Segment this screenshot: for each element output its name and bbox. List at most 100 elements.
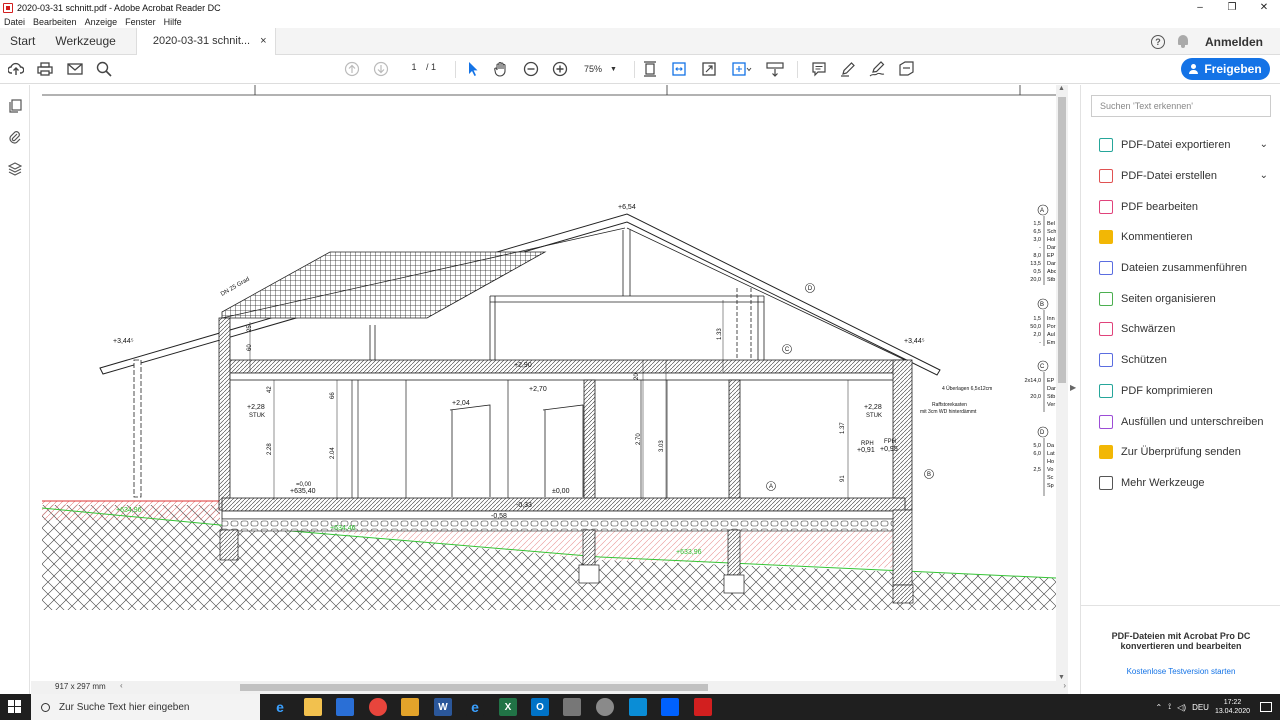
legend-thickness: 0,5: [1033, 269, 1041, 275]
tool-item[interactable]: Kommentieren: [1081, 222, 1280, 253]
comment-icon[interactable]: [810, 61, 828, 77]
email-icon[interactable]: [66, 61, 84, 77]
page-number-input[interactable]: 1: [403, 62, 425, 76]
add-user-icon: [1189, 64, 1199, 74]
menu-help[interactable]: Hilfe: [164, 17, 182, 27]
tool-item[interactable]: Seiten organisieren: [1081, 283, 1280, 314]
hand-tool-icon[interactable]: [492, 61, 510, 77]
store-icon[interactable]: [336, 698, 354, 716]
zoom-out-icon[interactable]: [522, 61, 540, 77]
tray-chevron-icon[interactable]: ⌃: [1156, 703, 1163, 712]
scroll-up-icon[interactable]: ▲: [1058, 85, 1065, 92]
legend-thickness: 20,0: [1030, 394, 1041, 400]
file-explorer-icon[interactable]: [304, 698, 322, 716]
search-icon[interactable]: [95, 61, 113, 77]
attachment-icon[interactable]: [8, 130, 22, 144]
taskbar-clock[interactable]: 17:22 13.04.2020: [1215, 698, 1250, 716]
page-size-label: 917 x 297 mm: [55, 682, 106, 691]
scroll-mode-icon[interactable]: [766, 61, 784, 77]
tab-home[interactable]: Start: [0, 28, 45, 55]
vertical-scroll-thumb[interactable]: [1058, 97, 1066, 383]
volume-icon[interactable]: ◁): [1177, 703, 1186, 712]
scanner-icon[interactable]: [563, 698, 581, 716]
print-icon[interactable]: [36, 61, 54, 77]
edge-icon[interactable]: e: [271, 698, 289, 716]
signin-button[interactable]: Anmelden: [1205, 35, 1263, 49]
minimize-button[interactable]: –: [1184, 0, 1216, 15]
horizontal-scrollbar[interactable]: 917 x 297 mm ‹ ›: [31, 681, 1068, 694]
select-cursor-icon[interactable]: [464, 61, 482, 77]
tool-item[interactable]: Schützen: [1081, 345, 1280, 376]
fit-page-icon[interactable]: [641, 61, 659, 77]
search-icon: [41, 702, 50, 712]
dim-204: 2.04: [330, 447, 336, 459]
menu-file[interactable]: Datei: [4, 17, 25, 27]
layers-icon[interactable]: [7, 162, 23, 176]
free-trial-link[interactable]: Kostenlose Testversion starten: [1081, 667, 1280, 676]
legend-thickness: 1,5: [1033, 316, 1041, 322]
tab-tools[interactable]: Werkzeuge: [45, 28, 125, 55]
chevron-down-icon[interactable]: ⌄: [1260, 139, 1268, 150]
tool-item[interactable]: Zur Überprüfung senden: [1081, 437, 1280, 468]
legend-a-marker: A: [1040, 208, 1044, 214]
tool-item[interactable]: Schwärzen: [1081, 314, 1280, 345]
notifications-icon[interactable]: [1260, 702, 1272, 712]
tool-icon: [1099, 353, 1113, 368]
scroll-down-icon[interactable]: ▼: [1058, 674, 1065, 681]
share-button[interactable]: Freigeben: [1181, 58, 1270, 80]
tool-item[interactable]: PDF bearbeiten: [1081, 191, 1280, 222]
tool-label: Kommentieren: [1121, 231, 1193, 244]
media-player-icon[interactable]: [401, 698, 419, 716]
zoom-select[interactable]: 75% ▼: [584, 62, 628, 76]
collapse-right-panel-icon[interactable]: ▶: [1070, 383, 1076, 392]
tool-item[interactable]: PDF-Datei erstellen ⌄: [1081, 161, 1280, 192]
cloud-upload-icon[interactable]: [7, 61, 25, 77]
chrome-icon[interactable]: [369, 698, 387, 716]
next-page-icon[interactable]: [372, 61, 390, 77]
stamp-icon[interactable]: [898, 61, 916, 77]
taskbar-search-input[interactable]: Zur Suche Text hier eingeben: [31, 694, 260, 720]
excel-icon[interactable]: X: [499, 698, 517, 716]
tool-search-input[interactable]: Suchen 'Text erkennen': [1091, 95, 1271, 117]
tool-icon: [1099, 169, 1113, 184]
tool-item[interactable]: Mehr Werkzeuge: [1081, 468, 1280, 499]
zoom-in-icon[interactable]: [551, 61, 569, 77]
remote-desktop-icon[interactable]: [629, 698, 647, 716]
close-window-button[interactable]: ✕: [1248, 0, 1280, 15]
vertical-scrollbar[interactable]: ▲ ▼: [1056, 85, 1068, 681]
menu-edit[interactable]: Bearbeiten: [33, 17, 77, 27]
menu-view[interactable]: Anzeige: [85, 17, 118, 27]
fit-width-icon[interactable]: [670, 61, 688, 77]
previous-page-icon[interactable]: [343, 61, 361, 77]
word-icon[interactable]: W: [434, 698, 452, 716]
internet-explorer-icon[interactable]: e: [466, 698, 484, 716]
menu-window[interactable]: Fenster: [125, 17, 156, 27]
dropbox-icon[interactable]: [661, 698, 679, 716]
language-indicator[interactable]: DEU: [1192, 703, 1209, 712]
scroll-left-icon[interactable]: ‹: [120, 681, 123, 690]
close-tab-icon[interactable]: ×: [260, 35, 266, 47]
tab-document[interactable]: 2020-03-31 schnit... ×: [135, 27, 276, 55]
acrobat-taskbar-icon[interactable]: [694, 698, 712, 716]
network-icon[interactable]: ⟟: [1168, 702, 1171, 712]
sign-icon[interactable]: [868, 61, 886, 77]
tool-item[interactable]: Ausfüllen und unterschreiben: [1081, 406, 1280, 437]
document-viewport[interactable]: +6,54 +3,44⁵ +3,44⁵ DN 25 Grad +2,90 +2,…: [31, 85, 1071, 681]
fullscreen-icon[interactable]: [700, 61, 718, 77]
chevron-down-icon[interactable]: ⌄: [1260, 170, 1268, 181]
help-icon[interactable]: ?: [1150, 34, 1165, 49]
bell-icon[interactable]: [1177, 35, 1189, 48]
scroll-right-icon[interactable]: ›: [1063, 681, 1066, 690]
label-raffstore-2: mit 3cm WD hinterdämmt: [920, 409, 977, 415]
page-display-icon[interactable]: [730, 61, 754, 77]
windows-start-icon[interactable]: [8, 700, 22, 714]
horizontal-scroll-thumb[interactable]: [240, 684, 708, 691]
tool-item[interactable]: Dateien zusammenführen: [1081, 253, 1280, 284]
highlight-pen-icon[interactable]: [839, 61, 857, 77]
outlook-icon[interactable]: O: [531, 698, 549, 716]
tool-item[interactable]: PDF-Datei exportieren ⌄: [1081, 130, 1280, 161]
pages-thumbnail-icon[interactable]: [8, 99, 22, 113]
app-icon[interactable]: [596, 698, 614, 716]
restore-button[interactable]: ❐: [1216, 0, 1248, 15]
tool-item[interactable]: PDF komprimieren: [1081, 376, 1280, 407]
